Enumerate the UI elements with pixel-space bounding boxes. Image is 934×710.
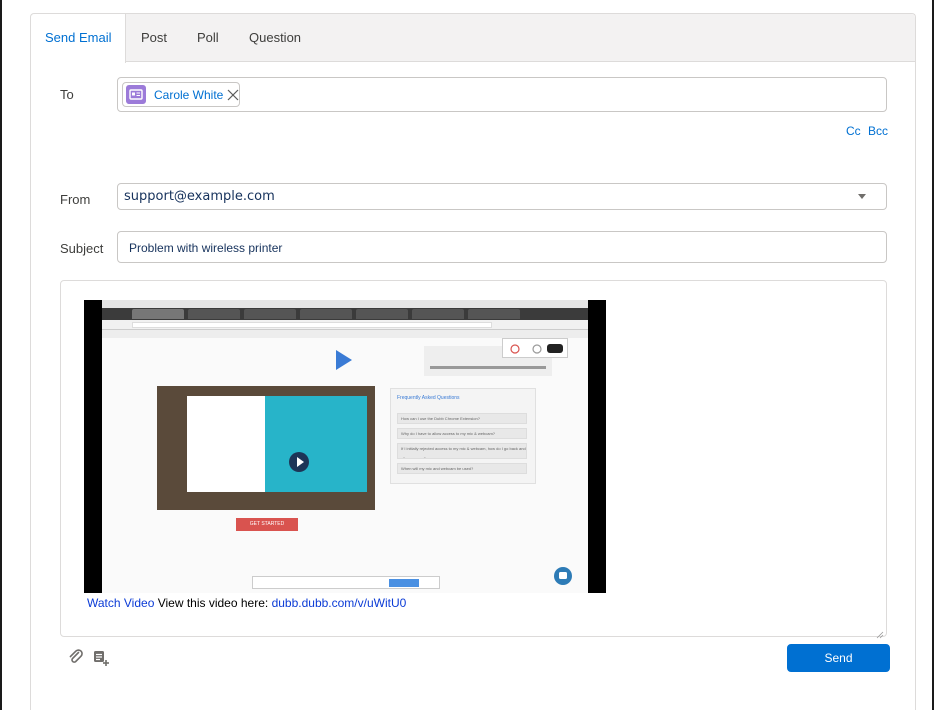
subject-input[interactable]: Problem with wireless printer — [117, 231, 887, 263]
publisher-card: Send Email Post Poll Question To Carole … — [30, 13, 916, 710]
from-value: support@example.com — [124, 189, 275, 204]
laptop-image — [157, 386, 375, 510]
from-label: From — [60, 192, 91, 207]
chat-bubble-icon — [554, 567, 572, 585]
get-started-button-image: GET STARTED — [236, 518, 298, 531]
browser-bookmarks-bar — [102, 330, 588, 338]
chevron-down-icon — [858, 194, 866, 199]
body-text: View this video here: — [154, 596, 272, 610]
recipient-name: Carole White — [154, 88, 224, 102]
email-body-editor[interactable]: GET STARTED Frequently Asked Questions H… — [60, 280, 887, 639]
browser-address-bar — [102, 320, 588, 330]
faq-title: Frequently Asked Questions — [397, 395, 460, 401]
dubb-logo-icon — [336, 350, 352, 370]
faq-item: Why do I have to allow access to my mic … — [397, 428, 527, 439]
resize-handle-icon[interactable] — [876, 626, 884, 639]
browser-tab-strip — [102, 308, 588, 320]
paperclip-icon[interactable] — [67, 648, 85, 666]
faq-item: If I initially rejected access to my mic… — [397, 443, 527, 459]
subject-value: Problem with wireless printer — [129, 241, 283, 255]
bcc-link[interactable]: Bcc — [868, 124, 888, 138]
tab-send-email[interactable]: Send Email — [31, 14, 126, 63]
send-button[interactable]: Send — [787, 644, 890, 672]
watch-video-link[interactable]: Watch Video — [87, 596, 154, 610]
tab-question[interactable]: Question — [249, 14, 301, 62]
faq-item: When will my mic and webcam be used? — [397, 463, 527, 474]
recipient-pill[interactable]: Carole White — [122, 82, 240, 107]
tab-poll[interactable]: Poll — [197, 14, 219, 62]
window-edge-left — [0, 0, 2, 710]
insert-template-icon[interactable] — [92, 649, 110, 667]
tab-post[interactable]: Post — [141, 14, 167, 62]
video-page: GET STARTED Frequently Asked Questions H… — [102, 338, 588, 593]
video-url-link[interactable]: dubb.dubb.com/v/uWitU0 — [272, 596, 407, 610]
faq-item: How can I use the Dubb Chrome Extension? — [397, 413, 527, 424]
screen-share-bar — [252, 576, 440, 589]
cc-link[interactable]: Cc — [846, 124, 861, 138]
video-thumbnail[interactable]: GET STARTED Frequently Asked Questions H… — [84, 300, 606, 593]
to-label: To — [60, 87, 74, 102]
from-select[interactable]: support@example.com — [117, 183, 887, 210]
mac-menubar — [102, 300, 588, 308]
extension-popup — [502, 338, 568, 358]
tab-bar: Send Email Post Poll Question — [31, 14, 915, 63]
to-field[interactable]: Carole White — [117, 77, 887, 112]
play-icon — [289, 452, 309, 472]
body-text-line: Watch Video View this video here: dubb.d… — [87, 596, 406, 610]
contact-card-icon — [126, 85, 146, 104]
faq-panel: Frequently Asked Questions How can I use… — [390, 388, 536, 484]
remove-recipient-icon[interactable] — [227, 84, 239, 112]
subject-label: Subject — [60, 241, 104, 256]
